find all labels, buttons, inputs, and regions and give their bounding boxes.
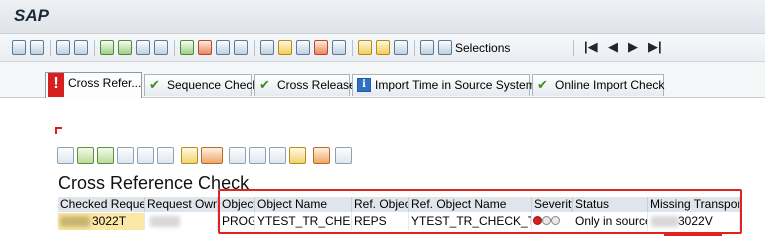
check-icon: ✔ bbox=[149, 77, 160, 92]
next-page-icon[interactable]: ▶ bbox=[628, 39, 638, 55]
tab-cross-release[interactable]: ✔ Cross Release bbox=[254, 74, 356, 96]
sum-icon[interactable] bbox=[180, 40, 194, 55]
subtotal-icon[interactable] bbox=[201, 147, 223, 164]
sort-ascending-icon[interactable] bbox=[77, 147, 94, 164]
toolbar-separator bbox=[352, 40, 353, 56]
display-icon[interactable] bbox=[12, 40, 26, 55]
column-width-icon[interactable] bbox=[376, 40, 390, 55]
info-icon[interactable] bbox=[420, 40, 434, 55]
display-change-icon[interactable] bbox=[30, 40, 44, 55]
column-header-request-owner[interactable]: Request Owner bbox=[145, 197, 218, 212]
tab-online-import-check[interactable]: ✔ Online Import Check bbox=[532, 74, 664, 96]
toolbar-separator bbox=[254, 40, 255, 56]
document-icon[interactable] bbox=[56, 40, 70, 55]
layout-icon[interactable] bbox=[296, 40, 310, 55]
toolbar-separator bbox=[414, 40, 415, 56]
print-preview-icon[interactable] bbox=[216, 40, 230, 55]
tab-label: Sequence Check bbox=[167, 78, 259, 92]
subtotal-icon[interactable] bbox=[198, 40, 212, 55]
filter-delete-icon[interactable] bbox=[154, 40, 168, 55]
export-icon[interactable] bbox=[269, 147, 286, 164]
views-icon[interactable] bbox=[249, 147, 266, 164]
tab-label: Cross Refer... bbox=[68, 76, 142, 90]
info-icon: i bbox=[357, 78, 371, 92]
tab-label: Online Import Check bbox=[555, 78, 665, 92]
toolbar-separator bbox=[573, 40, 574, 56]
sort-descending-icon[interactable] bbox=[97, 147, 114, 164]
tab-label: Cross Release bbox=[277, 78, 356, 92]
filter-icon[interactable] bbox=[157, 147, 174, 164]
selections-button[interactable]: Selections bbox=[455, 41, 510, 55]
first-page-icon[interactable]: |◀ bbox=[584, 39, 598, 55]
document-copy-icon[interactable] bbox=[74, 40, 88, 55]
column-settings-icon[interactable] bbox=[394, 40, 408, 55]
application-toolbar: Selections |◀ ◀ ▶ ▶| bbox=[0, 34, 765, 62]
tab-sequence-check[interactable]: ✔ Sequence Check bbox=[144, 74, 258, 96]
graphic-icon[interactable] bbox=[313, 147, 330, 164]
mail-icon[interactable] bbox=[278, 40, 292, 55]
redacted-text bbox=[60, 216, 90, 227]
tab-import-time[interactable]: i Import Time in Source System bbox=[352, 74, 536, 96]
error-icon: ! bbox=[48, 73, 64, 97]
previous-page-icon[interactable]: ◀ bbox=[608, 39, 618, 55]
sort-descending-icon[interactable] bbox=[118, 40, 132, 55]
toolbar-separator bbox=[94, 40, 95, 56]
highlight-underline bbox=[664, 234, 722, 236]
sum-icon[interactable] bbox=[181, 147, 198, 164]
save-layout-icon[interactable] bbox=[332, 40, 346, 55]
change-layout-icon[interactable] bbox=[314, 40, 328, 55]
focus-corner-marker bbox=[55, 127, 62, 134]
info-detail-icon[interactable] bbox=[438, 40, 452, 55]
print-icon[interactable] bbox=[229, 147, 246, 164]
window-title: SAP bbox=[14, 6, 49, 25]
toolbar-separator bbox=[50, 40, 51, 56]
sort-ascending-icon[interactable] bbox=[100, 40, 114, 55]
highlight-box bbox=[218, 189, 742, 234]
check-icon: ✔ bbox=[537, 77, 548, 92]
find-icon[interactable] bbox=[117, 147, 134, 164]
tab-cross-reference[interactable]: ! Cross Refer... bbox=[45, 72, 142, 98]
title-bar: SAP bbox=[0, 0, 765, 34]
cell-checked-request-value: 3022T bbox=[92, 214, 127, 228]
layout-icon[interactable] bbox=[289, 147, 306, 164]
check-icon: ✔ bbox=[259, 77, 270, 92]
column-icon[interactable] bbox=[358, 40, 372, 55]
redacted-text bbox=[150, 216, 180, 227]
info-icon[interactable] bbox=[335, 147, 352, 164]
details-icon[interactable] bbox=[57, 147, 74, 164]
filter-icon[interactable] bbox=[136, 40, 150, 55]
tab-label: Import Time in Source System bbox=[375, 78, 536, 92]
last-page-icon[interactable]: ▶| bbox=[648, 39, 662, 55]
toolbar-separator bbox=[174, 40, 175, 56]
export-icon[interactable] bbox=[260, 40, 274, 55]
print-icon[interactable] bbox=[234, 40, 248, 55]
column-header-checked-request[interactable]: Checked Request bbox=[58, 197, 145, 212]
find-next-icon[interactable] bbox=[137, 147, 154, 164]
tab-strip: ! Cross Refer... ✔ Sequence Check ✔ Cros… bbox=[0, 62, 765, 98]
